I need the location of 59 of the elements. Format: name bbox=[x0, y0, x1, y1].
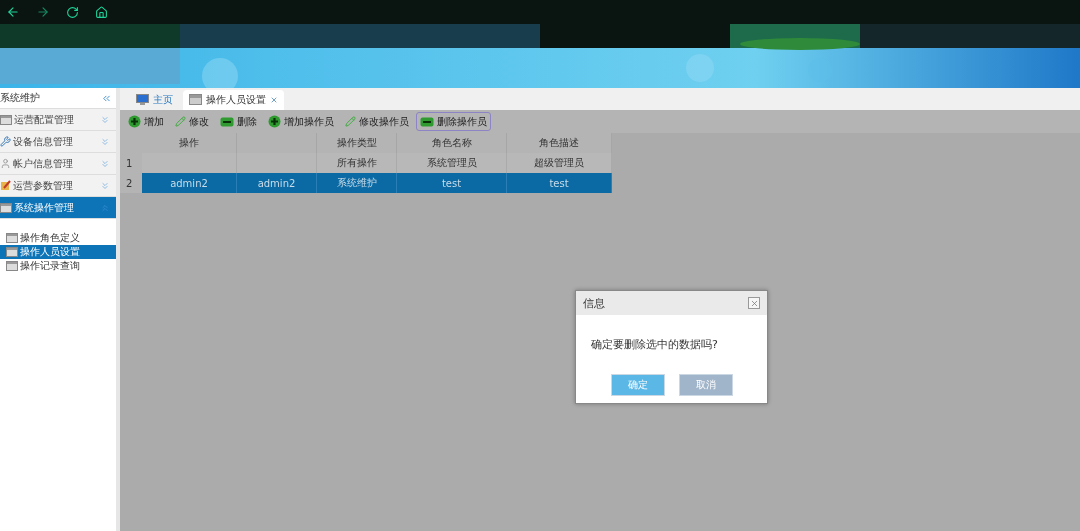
sidebar-title: 系统维护 bbox=[0, 91, 40, 105]
plus-icon bbox=[128, 115, 141, 128]
column-header: 角色描述 bbox=[507, 133, 612, 153]
monitor-icon bbox=[136, 94, 149, 106]
sidebar-group[interactable]: 运营配置管理 bbox=[0, 109, 116, 131]
column-header: 操作 bbox=[142, 133, 237, 153]
window-icon bbox=[0, 114, 12, 125]
window-icon bbox=[0, 202, 12, 213]
plus-icon bbox=[268, 115, 281, 128]
sidebar-group[interactable]: 系统操作管理 bbox=[0, 197, 116, 219]
table-cell: 所有操作 bbox=[317, 153, 397, 173]
window-icon bbox=[6, 233, 18, 243]
table-cell: 超级管理员 bbox=[507, 153, 612, 173]
notepad-icon bbox=[0, 180, 11, 191]
column-header: 角色名称 bbox=[397, 133, 507, 153]
chevron-up-icon bbox=[100, 202, 110, 213]
chevron-down-icon bbox=[100, 114, 110, 125]
toolbar-button[interactable]: 修改操作员 bbox=[341, 112, 413, 131]
window-icon bbox=[6, 247, 18, 257]
sidebar-group[interactable]: 设备信息管理 bbox=[0, 131, 116, 153]
forward-icon[interactable] bbox=[36, 5, 50, 19]
column-header: 操作类型 bbox=[317, 133, 397, 153]
toolbar-button[interactable]: 删除 bbox=[216, 112, 261, 131]
table-cell: 系统维护 bbox=[317, 173, 397, 193]
close-icon bbox=[749, 298, 759, 308]
sidebar-group[interactable]: 运营参数管理 bbox=[0, 175, 116, 197]
table-cell: admin2 bbox=[237, 173, 317, 193]
chevron-down-icon bbox=[100, 180, 110, 191]
table-cell: 系统管理员 bbox=[397, 153, 507, 173]
pencil-icon bbox=[175, 116, 186, 127]
table-cell: admin2 bbox=[142, 173, 237, 193]
toolbar-button[interactable]: 增加操作员 bbox=[264, 112, 338, 131]
tab[interactable]: 操作人员设置 bbox=[183, 90, 284, 110]
toolbar-button[interactable]: 删除操作员 bbox=[416, 112, 491, 131]
home-icon[interactable] bbox=[95, 5, 108, 19]
sidebar-group[interactable]: 帐户信息管理 bbox=[0, 153, 116, 175]
dialog-message: 确定要删除选中的数据吗? bbox=[590, 337, 719, 352]
minus-icon bbox=[420, 116, 434, 127]
window-icon bbox=[189, 94, 202, 106]
dialog-title: 信息 bbox=[583, 295, 605, 311]
minus-icon bbox=[220, 116, 234, 127]
table-cell: test bbox=[507, 173, 612, 193]
refresh-icon[interactable] bbox=[66, 5, 79, 19]
toolbar-button[interactable]: 增加 bbox=[124, 112, 168, 131]
sidebar-item[interactable]: 操作人员设置 bbox=[0, 245, 116, 259]
toolbar-button[interactable]: 修改 bbox=[171, 112, 213, 131]
pencil-icon bbox=[345, 116, 356, 127]
table-cell: test bbox=[397, 173, 507, 193]
chevron-down-icon bbox=[100, 136, 110, 147]
row-number: 2 bbox=[120, 173, 142, 193]
close-icon[interactable] bbox=[270, 96, 278, 104]
tools-icon bbox=[0, 136, 11, 147]
close-button[interactable] bbox=[748, 297, 760, 309]
tab[interactable]: 主页 bbox=[130, 90, 179, 110]
chevron-down-icon bbox=[100, 158, 110, 169]
user-icon bbox=[0, 158, 11, 169]
back-icon[interactable] bbox=[6, 5, 20, 19]
window-icon bbox=[6, 261, 18, 271]
row-number: 1 bbox=[120, 153, 142, 173]
